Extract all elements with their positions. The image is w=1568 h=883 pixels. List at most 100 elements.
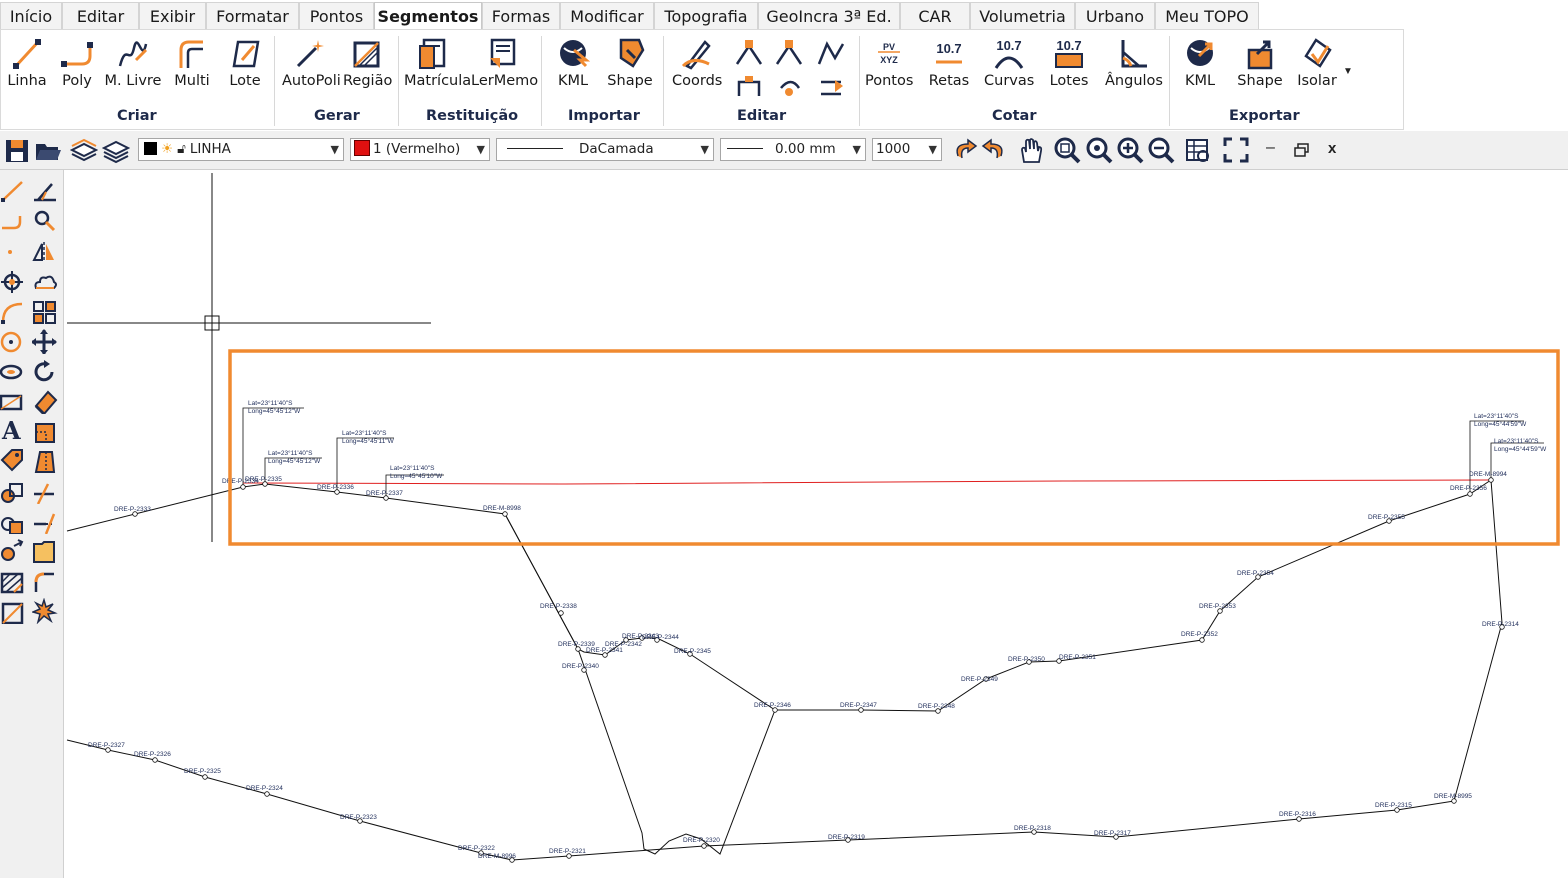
matricula-button[interactable]: Matrícula	[404, 36, 471, 102]
draw-ellipse-icon[interactable]	[0, 358, 26, 384]
mirror-icon[interactable]	[32, 238, 58, 264]
isolar-button[interactable]: Isolar	[1295, 36, 1339, 102]
tab-modificar[interactable]: Modificar	[560, 2, 654, 29]
tab-editar[interactable]: Editar	[62, 2, 139, 29]
angulos-label: Ângulos	[1105, 73, 1163, 89]
import-kml-button[interactable]: KML	[552, 36, 594, 102]
zoom-in-icon[interactable]	[1116, 136, 1144, 164]
import-shape-button[interactable]: Shape	[605, 36, 655, 102]
ribbon-more-dropdown-icon[interactable]: ▼	[1343, 66, 1353, 77]
drawing-svg[interactable]: Lat=23°11'40"S Long=45°45'12"W Lat=23°11…	[64, 170, 1568, 878]
tab-formas[interactable]: Formas	[482, 2, 560, 29]
lote-button[interactable]: Lote	[223, 36, 267, 102]
autopoli-label: AutoPoli	[282, 73, 341, 89]
redo-icon[interactable]	[981, 136, 1009, 164]
draw-point-icon[interactable]	[0, 238, 26, 264]
point-label: DRE-M-8996	[478, 853, 516, 860]
block-insert-icon[interactable]	[0, 478, 26, 504]
point-label: DRE-P-2323	[340, 814, 377, 821]
block-edit-icon[interactable]	[0, 508, 26, 534]
tab-geoincra[interactable]: GeoIncra 3ª Ed.	[758, 2, 900, 29]
tab-exibir[interactable]: Exibir	[139, 2, 206, 29]
tab-meu-topo[interactable]: Meu TOPO	[1155, 2, 1259, 29]
angulos-button[interactable]: Ângulos	[1105, 36, 1163, 102]
point-label: DRE-P-2352	[1181, 631, 1218, 638]
open-folder-icon[interactable]	[34, 136, 62, 164]
color-select[interactable]: 1 (Vermelho) ▼	[350, 138, 490, 161]
draw-circle-icon[interactable]	[0, 328, 26, 354]
drawing-canvas[interactable]: Lat=23°11'40"S Long=45°45'12"W Lat=23°11…	[64, 170, 1568, 878]
draw-rectangle-icon[interactable]	[0, 388, 26, 414]
regiao-button[interactable]: Região	[343, 36, 392, 102]
zoom-window-icon[interactable]	[1053, 136, 1081, 164]
layer-manager-icon[interactable]	[102, 136, 130, 164]
undo-icon[interactable]	[950, 136, 978, 164]
linha-button[interactable]: Linha	[7, 36, 47, 102]
close-icon[interactable]: x	[1328, 140, 1336, 157]
poly-button[interactable]: Poly	[57, 36, 97, 102]
text-tool-icon[interactable]: A	[2, 416, 28, 445]
explode-icon[interactable]	[32, 598, 58, 624]
tab-pontos[interactable]: Pontos	[299, 2, 374, 29]
tab-volumetria[interactable]: Volumetria	[970, 2, 1075, 29]
draw-arc-icon[interactable]	[0, 298, 26, 324]
save-icon[interactable]	[3, 136, 31, 164]
coords-button[interactable]: Coords	[672, 36, 722, 102]
tool-palette: A	[0, 170, 64, 878]
move-icon[interactable]	[32, 328, 58, 354]
array-icon[interactable]	[32, 298, 58, 324]
red-selected-line[interactable]	[242, 479, 1492, 485]
fullscreen-icon[interactable]	[1222, 136, 1250, 164]
layers-icon[interactable]	[70, 136, 98, 164]
region-tool-icon[interactable]	[0, 598, 26, 624]
cotar-pontos-button[interactable]: PV XYZ Pontos	[865, 36, 913, 102]
point-label: DRE-P-2341	[586, 647, 623, 654]
lotes-button[interactable]: 10.7 Lotes	[1047, 36, 1091, 102]
zoom-extents-icon[interactable]	[1085, 136, 1113, 164]
tab-inicio[interactable]: Início	[0, 2, 62, 29]
point-label: DRE-P-2317	[1094, 830, 1131, 837]
layer-value: LINHA	[189, 141, 231, 157]
multi-button[interactable]: Multi	[173, 36, 211, 102]
lermemo-button[interactable]: LerMemo	[471, 36, 538, 102]
cloud-icon[interactable]	[32, 268, 58, 294]
restore-icon[interactable]	[1294, 143, 1310, 157]
offset-icon[interactable]	[32, 538, 58, 564]
properties-table-icon[interactable]	[1184, 136, 1212, 164]
target-point-icon[interactable]	[0, 268, 26, 294]
curvas-button[interactable]: 10.7 Curvas	[984, 36, 1034, 102]
m-livre-button[interactable]: M. Livre	[103, 36, 163, 102]
tab-formatar[interactable]: Formatar	[206, 2, 299, 29]
stretch-icon[interactable]	[32, 448, 58, 474]
trim-icon[interactable]	[32, 478, 58, 504]
minimize-icon[interactable]: –	[1266, 139, 1275, 157]
zoom-out-icon[interactable]	[1147, 136, 1175, 164]
measure-icon[interactable]	[32, 178, 58, 204]
autopoli-button[interactable]: AutoPoli	[282, 36, 341, 102]
tab-urbano[interactable]: Urbano	[1075, 2, 1155, 29]
move-vertex-icon[interactable]	[32, 208, 58, 234]
lineweight-select[interactable]: 0.00 mm ▼	[720, 138, 866, 161]
tab-segmentos[interactable]: Segmentos	[374, 2, 482, 31]
export-shape-button[interactable]: Shape	[1235, 36, 1285, 102]
draw-line-icon[interactable]	[0, 178, 26, 204]
retas-button[interactable]: 10.7 Retas	[927, 36, 971, 102]
tag-icon[interactable]	[0, 448, 26, 474]
point-label: DRE-P-2345	[674, 648, 711, 655]
scale-select[interactable]: 1000 ▼	[872, 138, 942, 161]
export-kml-button[interactable]: KML	[1179, 36, 1221, 102]
eraser-icon[interactable]	[32, 388, 58, 414]
extend-icon[interactable]	[32, 508, 58, 534]
rotate-icon[interactable]	[32, 358, 58, 384]
fillet-icon[interactable]	[32, 568, 58, 594]
tab-car[interactable]: CAR	[900, 2, 970, 29]
pan-hand-icon[interactable]	[1016, 136, 1044, 164]
scale-icon[interactable]	[32, 418, 58, 444]
hatch-icon[interactable]	[0, 568, 26, 594]
point-label: DRE-P-2314	[1482, 621, 1519, 628]
linetype-select[interactable]: DaCamada ▼	[496, 138, 714, 161]
tab-topografia[interactable]: Topografia	[654, 2, 758, 29]
draw-polyline-icon[interactable]	[0, 208, 26, 234]
block-create-icon[interactable]	[0, 538, 26, 564]
layer-select[interactable]: ☀ 🔓︎ LINHA ▼	[138, 138, 344, 161]
